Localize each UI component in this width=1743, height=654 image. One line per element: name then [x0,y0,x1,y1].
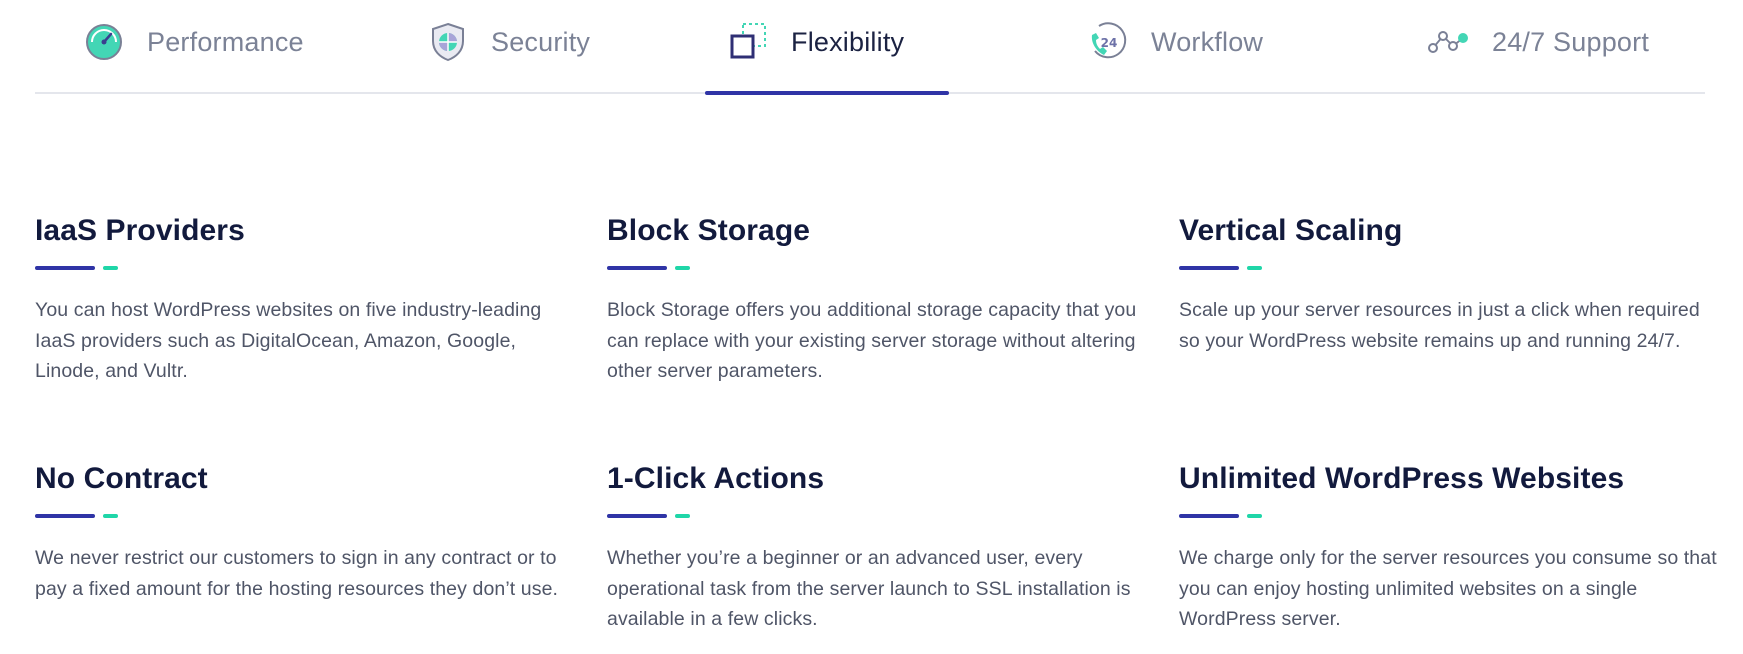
title-divider [607,514,1147,518]
tab-label: 24/7 Support [1492,26,1650,57]
feature-title: Vertical Scaling [1179,214,1403,247]
active-tab-indicator [705,91,949,95]
feature-one-click-actions: 1-Click Actions Whether you’re a beginne… [607,458,1147,635]
feature-vertical-scaling: Vertical Scaling Scale up your server re… [1179,210,1719,356]
feature-block-storage: Block Storage Block Storage offers you a… [607,210,1147,387]
feature-description: We never restrict our customers to sign … [35,547,559,600]
phone-24-icon: 24 [1087,21,1129,63]
feature-title: Block Storage [607,214,811,247]
feature-title: IaaS Providers [35,214,245,247]
feature-title: 1-Click Actions [607,462,825,495]
feature-tabs: Performance Security Flexibility 24 Work… [35,0,1705,95]
tab-performance[interactable]: Performance [83,0,304,94]
title-divider [607,266,1147,270]
title-divider [35,514,575,518]
title-divider [35,266,575,270]
tab-flexibility[interactable]: Flexibility [727,0,904,94]
connected-nodes-icon [1428,21,1470,63]
feature-description: Block Storage offers you additional stor… [607,299,1137,382]
title-divider [1179,266,1719,270]
tab-workflow[interactable]: 24 Workflow [1087,0,1263,94]
feature-description: You can host WordPress websites on five … [35,299,542,382]
tab-label: Security [491,26,591,57]
tab-security[interactable]: Security [427,0,590,94]
speedometer-icon [83,21,125,63]
feature-title: No Contract [35,462,208,495]
feature-description: Whether you’re a beginner or an advanced… [607,547,1131,630]
shield-icon [427,21,469,63]
resize-squares-icon [727,21,769,63]
tab-label: Performance [147,26,304,57]
tab-label: Flexibility [791,26,905,57]
feature-iaas-providers: IaaS Providers You can host WordPress we… [35,210,575,387]
tab-label: Workflow [1151,26,1264,57]
title-divider [1179,514,1719,518]
feature-unlimited-websites: Unlimited WordPress Websites We charge o… [1179,458,1719,635]
feature-title: Unlimited WordPress Websites [1179,462,1625,495]
tab-support[interactable]: 24/7 Support [1428,0,1649,94]
feature-description: We charge only for the server resources … [1179,547,1717,630]
feature-no-contract: No Contract We never restrict our custom… [35,458,575,604]
feature-description: Scale up your server resources in just a… [1179,299,1700,352]
